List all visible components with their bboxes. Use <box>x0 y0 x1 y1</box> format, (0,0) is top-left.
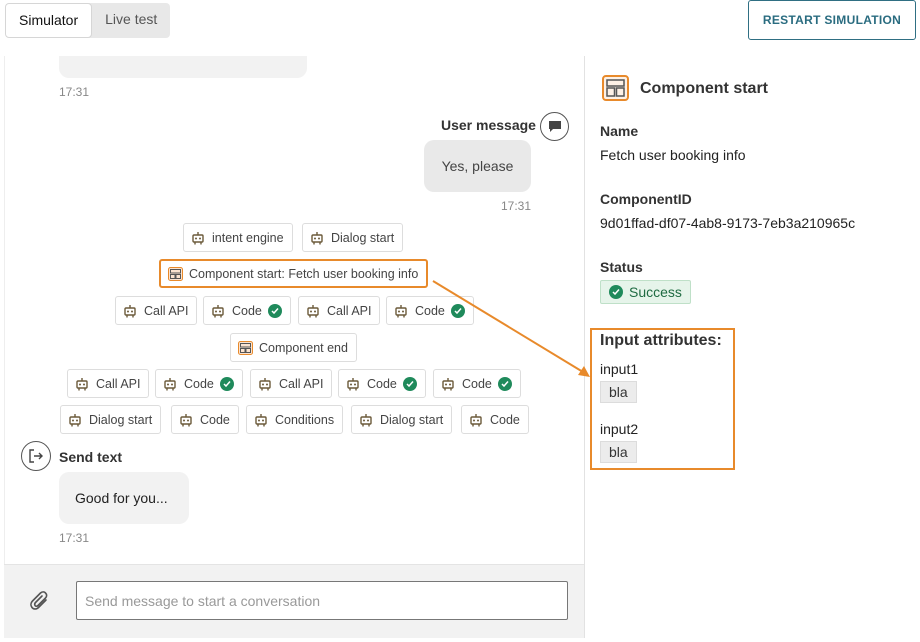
node-label: Code <box>415 303 445 318</box>
flow-node-dialog-start[interactable]: Dialog start <box>60 405 162 434</box>
component-id-label: ComponentID <box>600 191 692 207</box>
send-text-icon <box>21 441 51 471</box>
node-label: Code <box>462 376 492 391</box>
node-label: Code <box>200 412 230 427</box>
flow-node-dialog-start[interactable]: Dialog start <box>302 223 404 252</box>
component-id-value: 9d01ffad-df07-4ab8-9173-7eb3a210965c <box>600 215 856 231</box>
status-text: Success <box>629 284 682 300</box>
previous-message-bubble <box>59 56 307 78</box>
flow-node-code[interactable]: Code <box>171 405 239 434</box>
robot-icon <box>74 376 90 392</box>
flow-node-component-end[interactable]: Component end <box>230 333 357 362</box>
bot-message-bubble: Good for you... <box>59 472 189 524</box>
success-check-icon <box>609 285 623 299</box>
node-label: Dialog start <box>331 230 395 245</box>
success-check-icon <box>497 376 512 391</box>
success-check-icon <box>219 376 234 391</box>
flow-node-component-start[interactable]: Component start: Fetch user booking info <box>159 259 429 288</box>
robot-icon <box>305 303 321 319</box>
component-icon <box>237 340 253 356</box>
node-label: Component start: Fetch user booking info <box>189 266 419 281</box>
send-text-label: Send text <box>59 449 123 465</box>
chat-bubble-icon <box>540 112 569 141</box>
user-message-bubble: Yes, please <box>424 140 531 192</box>
robot-icon <box>440 376 456 392</box>
robot-icon <box>468 412 484 428</box>
status-label: Status <box>600 259 643 275</box>
restart-simulation-button[interactable]: RESTART SIMULATION <box>748 0 916 40</box>
node-label: Code <box>367 376 397 391</box>
robot-icon <box>178 412 194 428</box>
flow-node-call-api[interactable]: Call API <box>250 369 333 398</box>
flow-node-call-api[interactable]: Call API <box>115 296 198 325</box>
mode-tabs: Simulator Live test <box>5 3 171 38</box>
user-message-label: User message <box>441 117 536 133</box>
node-label: Call API <box>327 303 372 318</box>
robot-icon <box>67 412 83 428</box>
name-label: Name <box>600 123 639 139</box>
paperclip-icon[interactable] <box>30 591 50 618</box>
attribute-value: bla <box>600 441 637 463</box>
success-check-icon <box>402 376 417 391</box>
flow-node-dialog-start[interactable]: Dialog start <box>351 405 453 434</box>
flow-node-intent-engine[interactable]: intent engine <box>183 223 293 252</box>
details-panel: Component start Name Fetch user booking … <box>585 56 920 638</box>
panel-title: Component start <box>640 80 768 97</box>
flow-node-code[interactable]: Code <box>338 369 426 398</box>
name-value: Fetch user booking info <box>600 147 746 163</box>
flow-node-call-api[interactable]: Call API <box>67 369 150 398</box>
robot-icon <box>345 376 361 392</box>
tab-live-test[interactable]: Live test <box>92 3 170 38</box>
node-label: Dialog start <box>380 412 444 427</box>
attribute-name: input1 <box>600 361 639 377</box>
flow-node-code[interactable]: Code <box>155 369 243 398</box>
message-composer <box>4 564 584 638</box>
node-label: Call API <box>96 376 141 391</box>
flow-node-code[interactable]: Code <box>203 296 291 325</box>
robot-icon <box>309 230 325 246</box>
robot-icon <box>190 230 206 246</box>
tab-simulator[interactable]: Simulator <box>5 3 93 38</box>
node-label: Component end <box>259 340 348 355</box>
robot-icon <box>122 303 138 319</box>
flow-node-code[interactable]: Code <box>461 405 529 434</box>
robot-icon <box>253 412 269 428</box>
robot-icon <box>358 412 374 428</box>
attribute-value: bla <box>600 381 637 403</box>
node-label: Code <box>232 303 262 318</box>
flow-node-code[interactable]: Code <box>433 369 521 398</box>
robot-icon <box>162 376 178 392</box>
node-label: Call API <box>144 303 189 318</box>
input-attributes-title: Input attributes: <box>600 332 722 349</box>
message-time: 17:31 <box>59 85 90 99</box>
flow-node-conditions[interactable]: Conditions <box>246 405 344 434</box>
component-icon <box>167 266 183 282</box>
success-check-icon <box>450 303 465 318</box>
node-label: intent engine <box>212 230 284 245</box>
bot-message-time: 17:31 <box>59 531 90 545</box>
success-check-icon <box>267 303 282 318</box>
flow-node-call-api[interactable]: Call API <box>298 296 381 325</box>
node-label: Call API <box>279 376 324 391</box>
user-message-time: 17:31 <box>501 199 532 213</box>
node-label: Code <box>490 412 520 427</box>
robot-icon <box>393 303 409 319</box>
robot-icon <box>257 376 273 392</box>
attribute-name: input2 <box>600 421 639 437</box>
node-label: Conditions <box>275 412 335 427</box>
node-label: Code <box>184 376 214 391</box>
status-badge: Success <box>600 280 691 304</box>
chat-panel: 17:31 User message Yes, please 17:31 int… <box>4 56 584 564</box>
component-icon <box>602 75 629 101</box>
flow-node-code[interactable]: Code <box>386 296 474 325</box>
robot-icon <box>210 303 226 319</box>
message-input[interactable] <box>76 581 568 620</box>
node-label: Dialog start <box>89 412 153 427</box>
